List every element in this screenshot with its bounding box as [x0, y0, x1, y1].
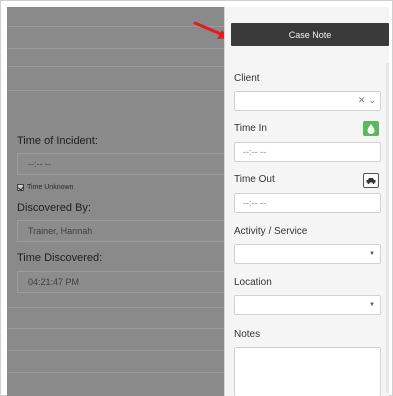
- time-of-incident-input[interactable]: --:-- --: [17, 153, 224, 175]
- bg-row: [7, 351, 224, 373]
- bg-row: [7, 329, 224, 351]
- time-out-input[interactable]: --:-- --: [234, 193, 381, 213]
- background-form: Time of Incident: --:-- -- Time Unknown …: [7, 7, 224, 396]
- time-out-label: Time Out: [234, 174, 275, 185]
- client-select[interactable]: ✕ ⌄: [234, 91, 381, 111]
- time-of-incident-label: Time of Incident:: [17, 135, 98, 147]
- caret-down-icon: ▼: [369, 302, 375, 308]
- notes-label: Notes: [234, 329, 261, 340]
- discovered-by-input[interactable]: Trainer, Hannah: [17, 220, 224, 242]
- bg-row: [7, 49, 224, 67]
- location-label: Location: [234, 277, 272, 288]
- caret-down-icon: ▼: [369, 251, 375, 257]
- bg-row: [7, 27, 224, 49]
- discovered-by-label: Discovered By:: [17, 202, 91, 214]
- time-unknown-label: Time Unknown: [27, 184, 74, 191]
- case-note-panel: Case Note Client ✕ ⌄ Time In --:-- -- Ti…: [224, 7, 389, 396]
- water-drop-icon[interactable]: [363, 121, 379, 136]
- bg-row: [7, 67, 224, 91]
- location-select[interactable]: ▼: [234, 295, 381, 315]
- case-note-button[interactable]: Case Note: [231, 23, 389, 46]
- client-select-controls: ✕ ⌄: [358, 95, 376, 106]
- panel-scrollbar[interactable]: [386, 63, 389, 393]
- notes-textarea[interactable]: [234, 347, 381, 396]
- activity-service-select[interactable]: ▼: [234, 244, 381, 264]
- time-discovered-input[interactable]: 04:21:47 PM: [17, 271, 224, 293]
- bg-row: [7, 307, 224, 329]
- screenshot-frame: Time of Incident: --:-- -- Time Unknown …: [0, 0, 393, 396]
- activity-service-label: Activity / Service: [234, 226, 308, 237]
- time-in-label: Time In: [234, 123, 267, 134]
- time-unknown-checkbox-row[interactable]: Time Unknown: [17, 184, 73, 191]
- time-unknown-checkbox[interactable]: [17, 184, 24, 191]
- chevron-down-icon[interactable]: ⌄: [368, 95, 376, 106]
- car-icon[interactable]: [363, 173, 379, 188]
- time-in-input[interactable]: --:-- --: [234, 142, 381, 162]
- client-label: Client: [234, 73, 260, 84]
- bg-row: [7, 7, 224, 27]
- time-discovered-label: Time Discovered:: [17, 252, 103, 264]
- clear-icon[interactable]: ✕: [358, 95, 366, 106]
